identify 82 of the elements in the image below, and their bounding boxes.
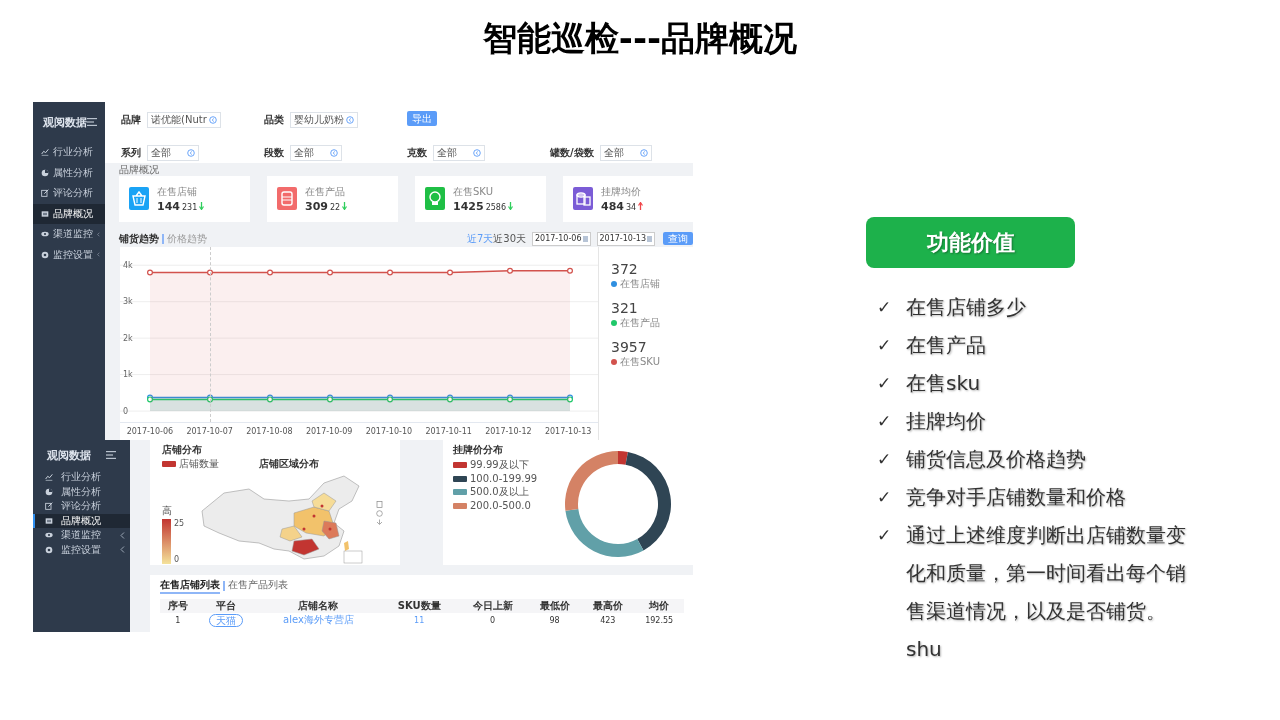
filter-label: 品牌 (121, 112, 141, 127)
chart-title: 店铺区域分布 (259, 457, 319, 471)
check-icon: ✓ (877, 516, 893, 554)
column-header: 均价 (634, 599, 684, 613)
column-header: SKU数量 (381, 599, 458, 613)
summary-value: 321 (611, 300, 639, 316)
feature-text: 铺货信息及价格趋势 (906, 446, 1087, 473)
slide-title: 智能巡检---品牌概况 (482, 17, 798, 60)
legend-label: 在售产品 (620, 316, 660, 330)
stat-change: 22 (329, 202, 341, 212)
section-label: 品牌概况 (119, 163, 160, 176)
check-icon: ✓ (877, 288, 893, 326)
column-header: 最低价 (528, 599, 582, 613)
stat-change: 2586 (485, 202, 506, 212)
table-cell: 11 (381, 613, 458, 627)
tick-label: 2017-10-13 (543, 427, 593, 436)
summary-value: 372 (611, 261, 639, 277)
feature-text: 挂牌均价 (906, 408, 987, 435)
filter-label: 罐数/袋数 (550, 145, 594, 160)
filter-label: 系列 (121, 145, 141, 160)
stat-label: 在售产品 (305, 184, 346, 199)
table-cell: 423 (581, 613, 635, 627)
section-heading: 功能价值 (866, 217, 1075, 268)
column-header: 今日上新 (457, 599, 529, 613)
check-icon: ✓ (877, 402, 893, 440)
table-cell: 1 (160, 613, 196, 627)
scale-label: 高 (162, 504, 173, 518)
stat-value: 484 (601, 199, 624, 213)
column-header: 平台 (195, 599, 256, 613)
feature-text: 通过上述维度判断出店铺数量变化和质量，第一时间看出每个销售渠道情况，以及是否铺货。 (906, 522, 1187, 625)
tick-label: 0 (123, 406, 129, 416)
stat-change: 231 (181, 202, 198, 212)
summary-value: 3957 (611, 339, 648, 355)
legend-label: 在售店铺 (620, 277, 660, 291)
legend-label: 100.0-199.99 (470, 473, 538, 484)
column-header: 序号 (160, 599, 196, 613)
check-icon: ✓ (877, 364, 893, 402)
check-icon: ✓ (877, 440, 893, 478)
table-cell: 0 (457, 613, 529, 627)
feature-text: 竞争对手店铺数量和价格 (906, 484, 1127, 511)
app-logo: 观阅数据 (43, 114, 87, 130)
tick-label: 4k (123, 260, 133, 270)
stat-label: 在售店铺 (157, 184, 198, 199)
column-header: 店铺名称 (255, 599, 382, 613)
table-cell: 192.55 (634, 613, 684, 627)
tick-label: 2017-10-12 (484, 427, 533, 436)
card-title: 店铺分布 (162, 443, 203, 457)
tick-label: 3k (123, 297, 133, 307)
check-icon: ✓ (877, 478, 893, 516)
scale-label: 25 (174, 519, 185, 528)
tick-label: 1k (123, 370, 133, 380)
stat-change: 34 (625, 202, 637, 212)
legend-label: 店铺数量 (179, 457, 219, 471)
scale-label: 0 (174, 555, 181, 564)
filter-label: 品类 (264, 112, 284, 127)
stat-label: 在售SKU (453, 184, 494, 199)
legend-label: 在售SKU (620, 355, 660, 369)
legend-label: 99.99及以下 (470, 458, 529, 472)
legend-label: 200.0-500.0 (470, 500, 531, 511)
feature-text: 在售sku (906, 370, 982, 397)
stat-value: 1425 (453, 199, 484, 213)
tick-label: 2017-10-10 (364, 427, 414, 436)
note-text: shu (906, 636, 942, 663)
stat-value: 144 (157, 199, 180, 213)
filter-label: 段数 (264, 145, 284, 160)
filter-label: 克数 (407, 145, 427, 160)
tick-label: 2k (123, 333, 133, 343)
column-header: 最高价 (581, 599, 635, 613)
tick-label: 2017-10-08 (245, 427, 294, 436)
tick-label: 2017-10-07 (185, 427, 234, 436)
feature-text: 在售店铺多少 (906, 294, 1027, 321)
tick-label: 2017-10-11 (424, 427, 473, 436)
tick-label: 2017-10-09 (304, 427, 354, 436)
check-icon: ✓ (877, 326, 893, 364)
legend-label: 500.0及以上 (470, 485, 529, 499)
tick-label: 2017-10-06 (125, 427, 175, 436)
stat-value: 309 (305, 199, 328, 213)
chart-title: 挂牌价分布 (453, 443, 504, 457)
table-cell: 98 (528, 613, 582, 627)
feature-text: 在售产品 (906, 332, 987, 359)
app-logo: 观阅数据 (47, 447, 91, 463)
stat-label: 挂牌均价 (601, 184, 642, 199)
